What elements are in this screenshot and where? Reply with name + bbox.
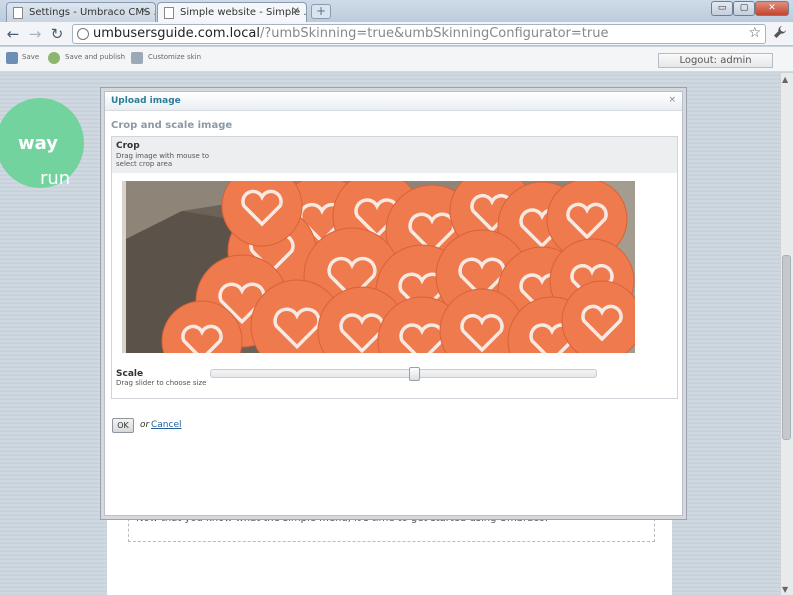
globe-icon — [77, 28, 89, 40]
dialog-title: Upload image — [111, 96, 181, 106]
crop-label: Crop — [116, 141, 140, 151]
scale-label: Scale — [116, 369, 144, 379]
scroll-up-arrow-icon[interactable]: ▲ — [782, 75, 788, 84]
customize-skin-icon — [131, 52, 143, 64]
logo-text-light: run — [40, 168, 71, 189]
new-tab-button[interactable]: + — [311, 4, 331, 19]
tab-settings-umbraco[interactable]: Settings - Umbraco CMS ... ✕ — [6, 2, 156, 22]
dialog-header: Upload image × — [105, 92, 682, 111]
minimize-button[interactable]: ▭ — [711, 1, 733, 16]
tab-simple-website[interactable]: Simple website - Simple ... ✕ — [157, 2, 307, 23]
logo-text: run way — [18, 133, 70, 189]
page-icon — [164, 7, 174, 19]
customize-skin-button[interactable]: Customize skin — [148, 53, 201, 61]
page-icon — [13, 7, 23, 19]
umbraco-toolbar: Save Save and publish Customize skin Log… — [0, 47, 793, 72]
browser-titlebar: Settings - Umbraco CMS ... ✕ Simple webs… — [0, 0, 793, 23]
scale-hint: Drag slider to choose size — [116, 379, 207, 387]
url-path: /?umbSkinning=true&umbSkinningConfigurat… — [259, 26, 609, 41]
url-host: umbusersguide.com.local — [93, 26, 260, 41]
window-close-button[interactable]: ✕ — [755, 1, 789, 16]
runway-logo: run way — [0, 98, 84, 189]
scrollbar-thumb[interactable] — [782, 255, 791, 440]
tab-title: Settings - Umbraco CMS ... — [29, 7, 156, 18]
orange-discs — [161, 181, 635, 353]
scale-slider-handle[interactable] — [409, 367, 421, 381]
upload-image-dialog: Upload image × Crop and scale image Crop… — [104, 91, 683, 516]
logo-text-bold: way — [18, 133, 58, 154]
address-bar[interactable]: umbusersguide.com.local/?umbSkinning=tru… — [72, 24, 766, 44]
crop-hint: Drag image with mouse to select crop are… — [116, 152, 210, 168]
close-icon[interactable]: ✕ — [292, 6, 300, 17]
browser-navbar: ← → ↻ umbusersguide.com.local/?umbSkinni… — [0, 22, 793, 46]
tab-title: Simple website - Simple ... — [180, 7, 307, 18]
crop-image[interactable] — [122, 181, 635, 353]
scale-slider-track[interactable] — [210, 369, 597, 378]
back-arrow-icon[interactable]: ← — [4, 25, 22, 43]
forward-arrow-icon[interactable]: → — [26, 25, 44, 43]
scroll-down-arrow-icon[interactable]: ▼ — [782, 585, 788, 594]
ok-button[interactable]: OK — [112, 418, 134, 433]
wrench-icon[interactable] — [773, 25, 787, 43]
save-button[interactable]: Save — [22, 53, 39, 61]
crop-header: Crop Drag image with mouse to select cro… — [112, 137, 677, 173]
logout-button[interactable]: Logout: admin — [658, 53, 773, 68]
maximize-button[interactable]: ▢ — [733, 1, 755, 16]
url-text[interactable]: umbusersguide.com.local/?umbSkinning=tru… — [93, 26, 608, 41]
publish-globe-icon — [48, 52, 60, 64]
save-and-publish-button[interactable]: Save and publish — [65, 53, 125, 61]
bookmark-star-icon[interactable]: ☆ — [748, 25, 761, 41]
reload-icon[interactable]: ↻ — [48, 25, 66, 43]
crop-scale-panel: Crop Drag image with mouse to select cro… — [111, 136, 678, 399]
or-text: or — [140, 420, 150, 430]
cancel-link[interactable]: Cancel — [151, 420, 182, 430]
save-icon — [6, 52, 18, 64]
close-icon[interactable]: × — [668, 95, 676, 105]
section-title: Crop and scale image — [111, 120, 233, 131]
close-icon[interactable]: ✕ — [141, 6, 149, 17]
